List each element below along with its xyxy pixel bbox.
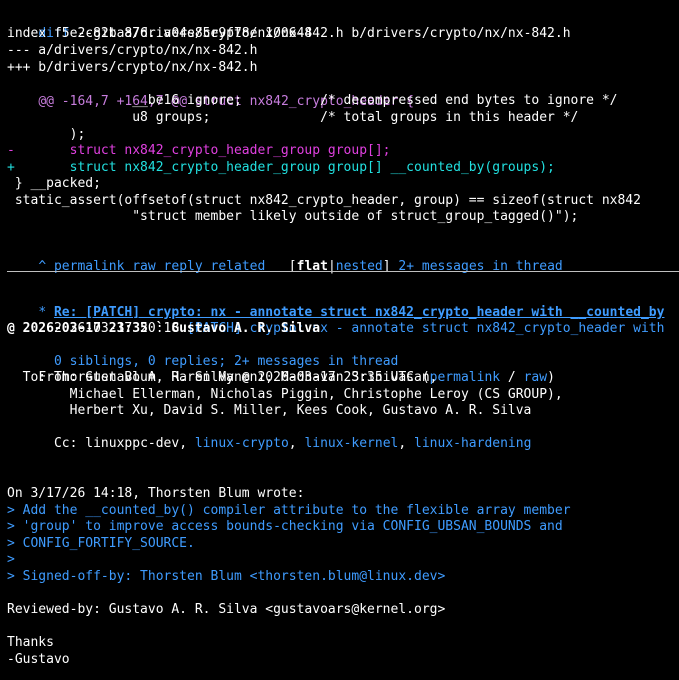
cc-linux-hardening-link[interactable]: linux-hardening [414, 436, 531, 451]
diff-removed-line: - struct nx842_crypto_header_group group… [7, 143, 391, 158]
cc-label: Cc: [38, 436, 86, 451]
diff-minus-file-line: --- a/drivers/crypto/nx/nx-842.h [7, 43, 258, 58]
diff-context-line: } __packed; [7, 176, 101, 191]
quoted-line: > [7, 552, 15, 567]
from-slash: / [500, 370, 524, 385]
body-line: -Gustavo [7, 652, 70, 667]
diff-index-line: index f5e2c82ba876..a04e85e9f78e 100644 [7, 26, 313, 41]
diff-context-line: "struct member likely outside of struct_… [7, 209, 579, 224]
from-close-paren: ) [547, 370, 555, 385]
cc-linux-kernel-link[interactable]: linux-kernel [304, 436, 398, 451]
to-line: Herbert Xu, David S. Miller, Kees Cook, … [7, 403, 532, 418]
diff-hunk-line: @@ -164,7 +164,7 @@ struct nx842_crypto_… [7, 76, 414, 109]
diff-plus-file-line: +++ b/drivers/crypto/nx/nx-842.h [7, 60, 258, 75]
parent-message-line: 2026-03-17 20:18 [PATCH] crypto: nx - an… [7, 303, 665, 336]
from-permalink-link[interactable]: permalink [430, 370, 500, 385]
cc-comma: , [288, 436, 305, 451]
cc-line: Cc: linuxppc-dev, linux-crypto, linux-ke… [7, 418, 531, 451]
to-line: To: Thorsten Blum, Haren Myneni, Madhava… [7, 370, 438, 385]
quoted-line: > Signed-off-by: Thorsten Blum <thorsten… [7, 569, 446, 584]
siblings-line: 0 siblings, 0 replies; 2+ messages in th… [7, 336, 398, 369]
divider [7, 271, 679, 272]
diff-header-line: diff --git a/drivers/crypto/nx/nx-842.h … [7, 8, 570, 41]
message-subject-line: * Re: [PATCH] crypto: nx - annotate stru… [7, 287, 664, 320]
message-author-line: @ 2026-03-17 23:35 ` Gustavo A. R. Silva [7, 321, 321, 336]
cc-comma: , [398, 436, 415, 451]
diff-context-line: __be16 ignore; /* decompressed end bytes… [7, 93, 618, 108]
diff-context-line: static_assert(offsetof(struct nx842_cryp… [7, 193, 641, 208]
quoted-line: > 'group' to improve access bounds-check… [7, 519, 563, 534]
body-line: Reviewed-by: Gustavo A. R. Silva <gustav… [7, 602, 446, 617]
diff-context-line: ); [7, 127, 86, 142]
quoted-line: > Add the __counted_by() compiler attrib… [7, 503, 571, 518]
body-line: On 3/17/26 14:18, Thorsten Blum wrote: [7, 486, 305, 501]
quoted-line: > CONFIG_FORTIFY_SOURCE. [7, 536, 195, 551]
cc-linux-crypto-link[interactable]: linux-crypto [195, 436, 289, 451]
body-line: Thanks [7, 635, 54, 650]
diff-added-line: + struct nx842_crypto_header_group group… [7, 160, 555, 175]
message-nav: ^ permalink raw reply related [flat|nest… [7, 241, 562, 274]
email-thread-viewer: diff --git a/drivers/crypto/nx/nx-842.h … [0, 0, 679, 680]
diff-context-line: u8 groups; /* total groups in this heade… [7, 110, 579, 125]
to-line: Michael Ellerman, Nicholas Piggin, Chris… [7, 387, 563, 402]
from-raw-link[interactable]: raw [524, 370, 547, 385]
cc-linuxppc: linuxppc-dev, [85, 436, 195, 451]
from-line: From: Gustavo A. R. Silva @ 2026-03-17 2… [7, 352, 555, 385]
